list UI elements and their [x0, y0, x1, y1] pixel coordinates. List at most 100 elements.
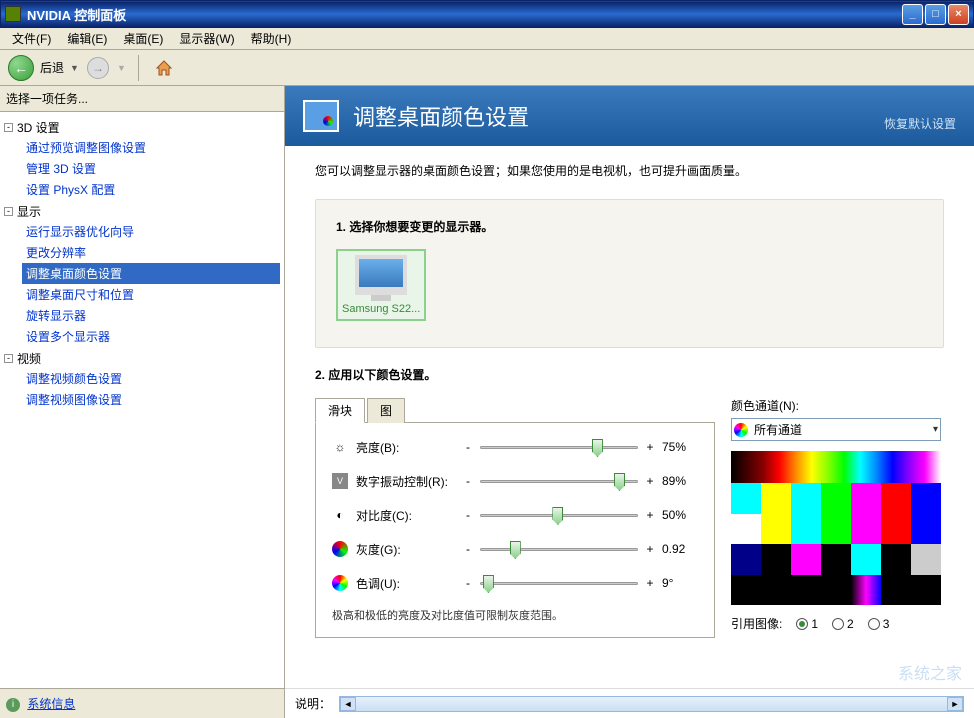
plus-icon: +	[646, 508, 654, 522]
contrast-value: 50%	[662, 508, 698, 522]
reference-radio-3[interactable]: 3	[868, 617, 890, 631]
tree-item-preview-image[interactable]: 通过预览调整图像设置	[22, 137, 280, 158]
menu-monitor[interactable]: 显示器(W)	[171, 28, 242, 49]
page-title: 调整桌面颜色设置	[353, 100, 529, 132]
tree-toggle-icon[interactable]: -	[4, 123, 13, 132]
section-select-monitor: 1. 选择你想要变更的显示器。 Samsung S22...	[315, 199, 944, 348]
tree-item-monitor-wizard[interactable]: 运行显示器优化向导	[22, 221, 280, 242]
tree-item-rotate[interactable]: 旋转显示器	[22, 305, 280, 326]
tree-group-header-3d[interactable]: - 3D 设置	[4, 118, 280, 137]
scroll-right-button[interactable]: ►	[947, 697, 963, 711]
home-icon	[154, 58, 174, 78]
tree-toggle-icon[interactable]: -	[4, 207, 13, 216]
sidebar: 选择一项任务... - 3D 设置 通过预览调整图像设置 管理 3D 设置 设置…	[0, 86, 285, 718]
minus-icon: -	[464, 508, 472, 522]
content-body: 您可以调整显示器的桌面颜色设置；如果您使用的是电视机，也可提升画面质量。 1. …	[285, 146, 974, 688]
step2-title: 2. 应用以下颜色设置。	[315, 366, 944, 383]
brightness-label: 亮度(B):	[356, 439, 456, 456]
reference-radio-2[interactable]: 2	[832, 617, 854, 631]
back-dropdown-icon[interactable]: ▼	[70, 63, 79, 73]
forward-dropdown-icon[interactable]: ▼	[117, 63, 126, 73]
restore-defaults-link[interactable]: 恢复默认设置	[884, 115, 956, 132]
brightness-slider[interactable]	[480, 437, 638, 457]
tree-group-video: - 视频 调整视频颜色设置 调整视频图像设置	[4, 349, 280, 410]
contrast-icon: ◐	[332, 507, 348, 523]
info-icon: i	[6, 698, 20, 712]
tree-item-video-image[interactable]: 调整视频图像设置	[22, 389, 280, 410]
monitor-icon	[355, 255, 407, 295]
watermark: 系统之家	[898, 660, 962, 684]
plus-icon: +	[646, 474, 654, 488]
radio-icon	[868, 618, 880, 630]
monitor-item[interactable]: Samsung S22...	[336, 249, 426, 321]
minus-icon: -	[464, 576, 472, 590]
task-tree: - 3D 设置 通过预览调整图像设置 管理 3D 设置 设置 PhysX 配置 …	[0, 112, 284, 688]
toolbar-separator	[138, 55, 139, 81]
gamma-value: 0.92	[662, 542, 698, 556]
back-button[interactable]: ← 后退 ▼	[8, 55, 79, 81]
contrast-slider[interactable]	[480, 505, 638, 525]
chevron-down-icon: ▾	[933, 424, 938, 435]
window-title: NVIDIA 控制面板	[27, 5, 902, 24]
close-button[interactable]: ×	[948, 4, 969, 25]
sidebar-header: 选择一项任务...	[0, 86, 284, 112]
gamma-label: 灰度(G):	[356, 541, 456, 558]
tree-group-header-video[interactable]: - 视频	[4, 349, 280, 368]
page-description: 您可以调整显示器的桌面颜色设置；如果您使用的是电视机，也可提升画面质量。	[315, 162, 944, 179]
maximize-button[interactable]: □	[925, 4, 946, 25]
tree-group-header-display[interactable]: - 显示	[4, 202, 280, 221]
tree-group-display: - 显示 运行显示器优化向导 更改分辨率 调整桌面颜色设置 调整桌面尺寸和位置 …	[4, 202, 280, 347]
tree-item-desktop-color[interactable]: 调整桌面颜色设置	[22, 263, 280, 284]
menu-desktop[interactable]: 桌面(E)	[115, 28, 171, 49]
home-button[interactable]	[151, 55, 177, 81]
tab-sliders[interactable]: 滑块	[315, 398, 365, 423]
reference-label: 引用图像:	[731, 615, 782, 632]
tree-group-label: 视频	[17, 350, 41, 367]
gamma-slider[interactable]	[480, 539, 638, 559]
color-channel-select[interactable]: 所有通道 ▾	[731, 418, 941, 441]
color-wheel-icon	[734, 423, 748, 437]
hue-value: 9°	[662, 576, 698, 590]
black-grid-preview	[731, 575, 941, 605]
section-color-settings: 2. 应用以下颜色设置。 滑块 图 ☼ 亮度(B): -	[315, 366, 944, 638]
reference-radio-1[interactable]: 1	[796, 617, 818, 631]
minimize-button[interactable]: _	[902, 4, 923, 25]
scroll-left-button[interactable]: ◄	[340, 697, 356, 711]
reference-image-row: 引用图像: 1 2 3	[731, 615, 941, 632]
color-grid-preview	[731, 483, 941, 575]
gradient-preview	[731, 451, 941, 483]
slider-brightness-row: ☼ 亮度(B): - + 75%	[332, 437, 698, 457]
tree-item-desktop-size[interactable]: 调整桌面尺寸和位置	[22, 284, 280, 305]
tree-item-resolution[interactable]: 更改分辨率	[22, 242, 280, 263]
sliders-panel: 滑块 图 ☼ 亮度(B): - + 75%	[315, 397, 715, 638]
tree-item-manage-3d[interactable]: 管理 3D 设置	[22, 158, 280, 179]
radio-icon	[796, 618, 808, 630]
tree-toggle-icon[interactable]: -	[4, 354, 13, 363]
menu-file[interactable]: 文件(F)	[4, 28, 59, 49]
footer-label: 说明：	[295, 695, 331, 712]
brightness-value: 75%	[662, 440, 698, 454]
menubar: 文件(F) 编辑(E) 桌面(E) 显示器(W) 帮助(H)	[0, 28, 974, 50]
slider-note: 极高和极低的亮度及对比度值可限制灰度范围。	[332, 607, 698, 623]
step1-title: 1. 选择你想要变更的显示器。	[336, 218, 923, 235]
monitor-stand-icon	[371, 295, 391, 301]
tab-panel-sliders: ☼ 亮度(B): - + 75% V 数字振动控制(R): -	[315, 423, 715, 638]
forward-button[interactable]: →	[87, 57, 109, 79]
menu-edit[interactable]: 编辑(E)	[59, 28, 115, 49]
tree-item-physx[interactable]: 设置 PhysX 配置	[22, 179, 280, 200]
content-footer: 说明： ◄ ►	[285, 688, 974, 718]
system-info-link[interactable]: 系统信息	[27, 697, 75, 711]
monitor-label: Samsung S22...	[342, 303, 420, 315]
horizontal-scrollbar[interactable]: ◄ ►	[339, 696, 964, 712]
tab-image[interactable]: 图	[367, 398, 405, 423]
hue-slider[interactable]	[480, 573, 638, 593]
vibrance-slider[interactable]	[480, 471, 638, 491]
radio-icon	[832, 618, 844, 630]
tree-item-multi-monitor[interactable]: 设置多个显示器	[22, 326, 280, 347]
tree-group-label: 3D 设置	[17, 119, 60, 136]
hue-label: 色调(U):	[356, 575, 456, 592]
menu-help[interactable]: 帮助(H)	[243, 28, 300, 49]
tree-item-video-color[interactable]: 调整视频颜色设置	[22, 368, 280, 389]
tree-group-3d: - 3D 设置 通过预览调整图像设置 管理 3D 设置 设置 PhysX 配置	[4, 118, 280, 200]
slider-contrast-row: ◐ 对比度(C): - + 50%	[332, 505, 698, 525]
